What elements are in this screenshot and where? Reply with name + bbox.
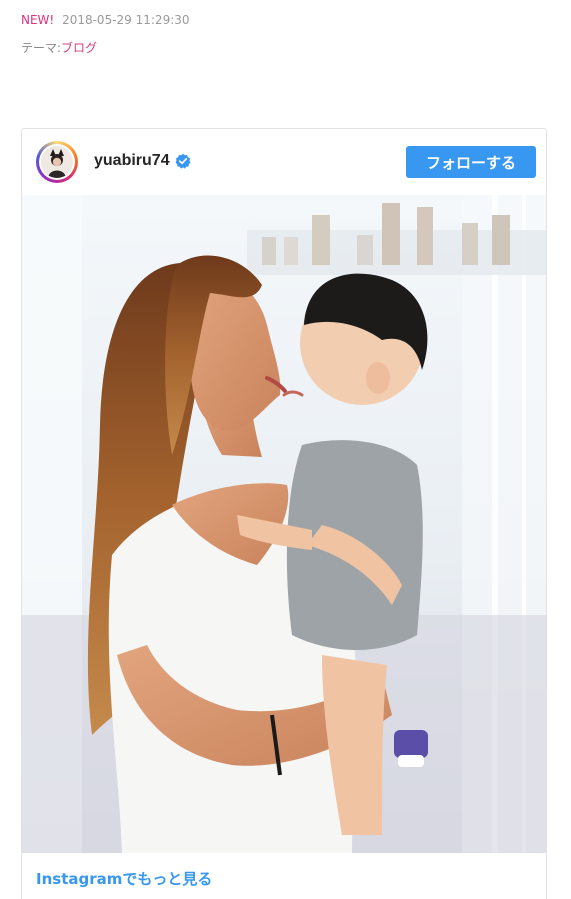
theme-link[interactable]: ブログ <box>61 41 97 55</box>
username[interactable]: yuabiru74 <box>94 152 170 170</box>
post-timestamp: 2018-05-29 11:29:30 <box>62 13 190 27</box>
new-badge: NEW! <box>21 13 55 27</box>
verified-badge-icon <box>175 153 191 169</box>
avatar[interactable] <box>36 141 78 183</box>
instagram-embed: yuabiru74 フォローする Instagramでもっと見る <box>21 128 547 899</box>
avatar-photo <box>41 146 73 178</box>
view-more-on-instagram-link[interactable]: Instagramでもっと見る <box>36 868 212 889</box>
photo-illustration <box>22 195 546 853</box>
post-meta: NEW! 2018-05-29 11:29:30 <box>21 12 190 28</box>
page: NEW! 2018-05-29 11:29:30 テーマ:ブログ yuabiru… <box>0 0 571 899</box>
follow-button[interactable]: フォローする <box>406 146 536 178</box>
instagram-header: yuabiru74 フォローする <box>22 129 546 193</box>
post-photo[interactable] <box>22 195 546 853</box>
theme-line: テーマ:ブログ <box>21 40 97 56</box>
instagram-footer: Instagramでもっと見る <box>22 853 546 899</box>
theme-label: テーマ: <box>21 41 62 55</box>
